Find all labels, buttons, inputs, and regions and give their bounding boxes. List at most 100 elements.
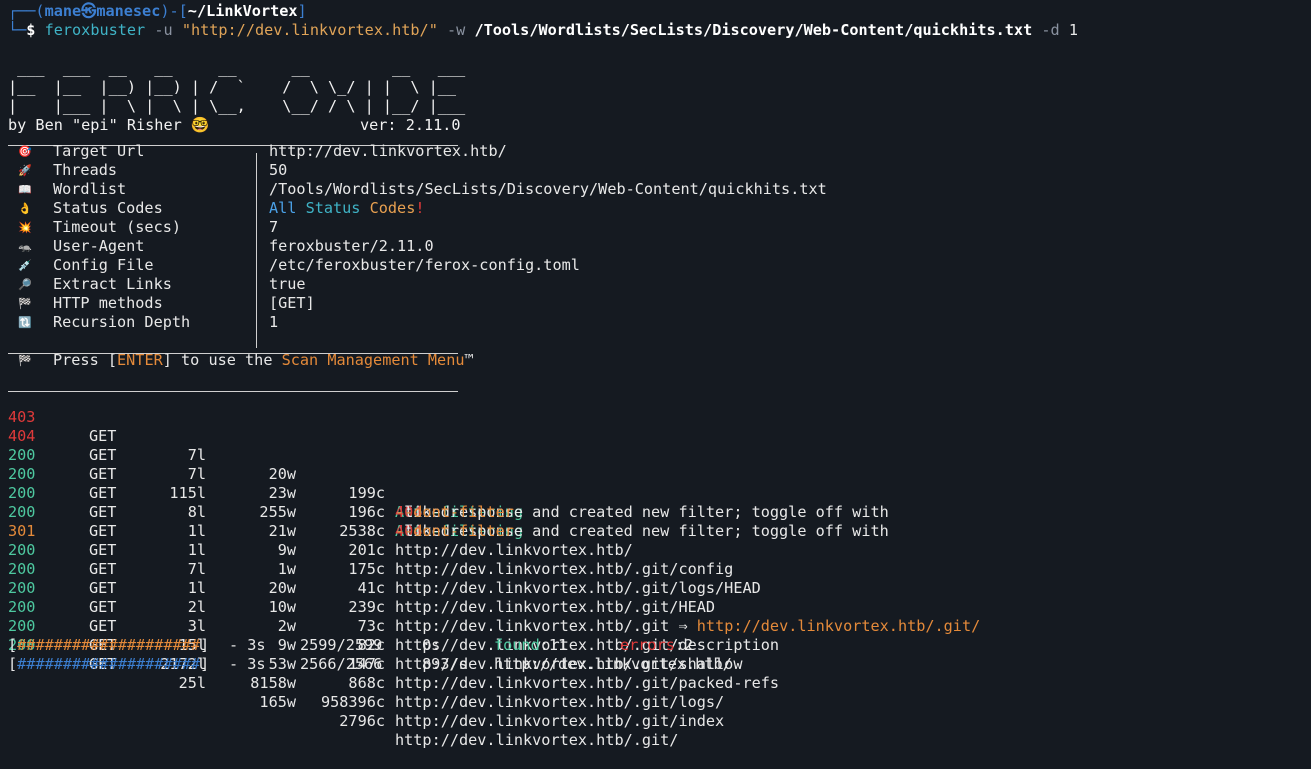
config-row-threads: 🚀 Threads 50 (0, 161, 1311, 180)
result-row: 200 GET 1l 10w 73c http://dev.linkvortex… (0, 522, 1311, 654)
command-flag-w: -w (447, 21, 466, 39)
banner-version: ver: 2.11.0 (360, 116, 461, 134)
prompt-path: ~/LinkVortex (187, 2, 298, 20)
syringe-icon: 💉 (18, 259, 32, 272)
terminal-window[interactable]: ┌──(mane㉿manesec)-[~/LinkVortex] └─$ fer… (0, 0, 1311, 749)
config-value: 1 (269, 313, 279, 331)
prompt-end: ] (297, 2, 307, 20)
progress-row-total: [####################] - 3s 2599/2599 0s… (0, 636, 1311, 655)
config-row-wordlist: 📖 Wordlist/Tools/Wordlists/SecLists/Disco… (0, 180, 1311, 199)
config-row-timeout: 💥 Timeout (secs) 7 (0, 218, 1311, 237)
config-row-config-file: 💉 Config File/etc/feroxbuster/ferox-confi… (0, 256, 1311, 275)
result-url[interactable]: http://dev.linkvortex.htb/.git/logs/ (395, 693, 724, 712)
word-count: 165w (259, 693, 296, 711)
config-label: Recursion Depth (53, 313, 191, 331)
flag-icon: 🏁 (18, 297, 32, 310)
result-row: 200 GET 8l 21w 201c http://dev.linkvorte… (0, 446, 1311, 578)
result-row: 200 GET 15l 53w 868c http://dev.linkvort… (0, 579, 1311, 711)
config-label: Threads (53, 161, 118, 179)
config-table: 🎯 Target Url http://dev.linkvortex.htb/ 🚀 T… (0, 142, 1311, 332)
result-row: 200 GET 2l 2w 82c http://dev.linkvortex.… (0, 541, 1311, 673)
line-count: 25l (178, 674, 206, 692)
result-row: 200 GET 2172l 8158w 958396c http://dev.l… (0, 598, 1311, 730)
book-icon: 📖 (18, 183, 32, 196)
repeat-icon: 🔃 (18, 316, 32, 329)
config-value: true (269, 275, 306, 293)
banner-art-line: |__ |__ |__) |__) | / ` / \ \_/ | | \ |_… (8, 78, 457, 96)
config-value: 50 (269, 161, 288, 179)
config-label: Timeout (secs) (53, 218, 182, 236)
magnifier-icon: 🔎 (18, 278, 32, 291)
config-value: /Tools/Wordlists/SecLists/Discovery/Web-… (269, 180, 827, 198)
config-row-extract-links: 🔎 Extract Links true (0, 275, 1311, 294)
config-row-http-methods: 🏁 HTTP methods [GET] (0, 294, 1311, 313)
command-executable: feroxbuster (44, 21, 146, 39)
config-row-user-agent: 🦡 User-Agent feroxbuster/2.11.0 (0, 237, 1311, 256)
prompt-corner-bottom: └─ (8, 21, 27, 39)
command-flag-u: -u (154, 21, 173, 39)
rocket-icon: 🚀 (18, 164, 32, 177)
prompt-line: ┌──(mane㉿manesec)-[~/LinkVortex] (0, 2, 1311, 21)
scan-menu-hint: 🏁 Press [ENTER] to use the Scan Managemen… (0, 351, 1311, 370)
progress-time: - 3s (229, 655, 266, 673)
config-label: Config File (53, 256, 154, 274)
command-url: "http://dev.linkvortex.htb/" (181, 21, 438, 39)
config-label: User-Agent (53, 237, 145, 255)
char-count: 2796c (339, 712, 385, 730)
prompt-dollar: $ (26, 21, 36, 39)
stopwatch-icon: 💥 (18, 221, 32, 234)
char-count: 958396c (320, 693, 385, 711)
flag-icon: 🏁 (18, 354, 32, 367)
result-row: 200 GET 1l 9w 175c http://dev.linkvortex… (0, 465, 1311, 597)
progress-count: 2599/2599 (300, 636, 383, 654)
command-line[interactable]: └─$ feroxbuster -u "http://dev.linkvorte… (0, 21, 1311, 40)
scan-management-menu-label: Scan Management Menu (281, 351, 465, 369)
enter-key-hint: ENTER (117, 351, 163, 369)
umbrella-icon: 🦡 (18, 240, 32, 253)
banner-art-line: ___ ___ __ __ __ __ __ ___ (8, 59, 466, 77)
banner-author: by Ben "epi" Risher 🤓 (8, 116, 210, 134)
progress-url[interactable]: http://dev.linkvortex.htb/ (494, 655, 732, 674)
result-row: 200 GET 25l 165w 2796c http://dev.linkvo… (0, 617, 1311, 749)
progress-count: 2566/2566 (300, 655, 383, 673)
result-row: 301 GET 7l 20w 239c http://dev.linkvorte… (0, 503, 1311, 635)
command-wordlist: /Tools/Wordlists/SecLists/Discovery/Web-… (474, 21, 1033, 39)
banner-art-line: | |___ | \ | \ | \__, \__/ / \ | |__/ |_… (8, 97, 466, 115)
result-url[interactable]: http://dev.linkvortex.htb/.git/packed-re… (395, 674, 779, 693)
config-value: [GET] (269, 294, 315, 312)
result-row: 200 GET 1l 1w 41c http://dev.linkvortex.… (0, 484, 1311, 616)
progress-rate: 0s (422, 636, 441, 654)
progress-rate: 893/s (422, 655, 468, 673)
prompt-separator: )-[ (160, 2, 188, 20)
config-row-target-url: 🎯 Target Url http://dev.linkvortex.htb/ (0, 142, 1311, 161)
progress-bar: [####################] (8, 636, 210, 654)
found-counter: found:11 (494, 636, 568, 654)
config-value: feroxbuster/2.11.0 (269, 237, 434, 255)
config-value-status-codes: All Status Codes! (269, 199, 425, 217)
result-url[interactable]: http://dev.linkvortex.htb/.git/ (395, 731, 678, 750)
prompt-user: mane㉿manesec (44, 2, 161, 20)
ok-hand-icon: 👌 (18, 202, 32, 215)
config-label: Target Url (53, 142, 145, 160)
results-list: 403 GET 7l 20w 199c Auto-filtering found… (0, 389, 1311, 749)
prompt-corner: ┌──( (8, 2, 45, 20)
result-row: 200 GET 115l 255w 2538c http://dev.linkv… (0, 427, 1311, 559)
result-row: 403 GET 7l 20w 199c Auto-filtering found… (8, 408, 898, 521)
config-value: /etc/feroxbuster/ferox-config.toml (269, 256, 580, 274)
word-count: 8158w (250, 674, 296, 692)
config-label: HTTP methods (53, 294, 163, 312)
progress-time: - 3s (229, 636, 266, 654)
progress-row-target: [####################] - 3s 2566/2566 89… (0, 655, 1311, 674)
errors-counter: errors:2 (620, 636, 694, 654)
config-label: Status Codes (53, 199, 163, 217)
progress-bar: [####################] (8, 655, 210, 673)
config-row-recursion-depth: 🔃 Recursion Depth 1 (0, 313, 1311, 332)
result-row: 200 GET 3l 9w 147c http://dev.linkvortex… (0, 560, 1311, 692)
result-row: 404 GET 7l 23w 196c Auto-filtering found… (8, 427, 898, 540)
result-url[interactable]: http://dev.linkvortex.htb/.git/index (395, 712, 724, 731)
command-depth: 1 (1068, 21, 1078, 39)
config-value: 7 (269, 218, 279, 236)
config-row-status-codes: 👌 Status Codes All Status Codes! (0, 199, 1311, 218)
config-label: Wordlist (53, 180, 127, 198)
target-icon: 🎯 (18, 145, 32, 158)
